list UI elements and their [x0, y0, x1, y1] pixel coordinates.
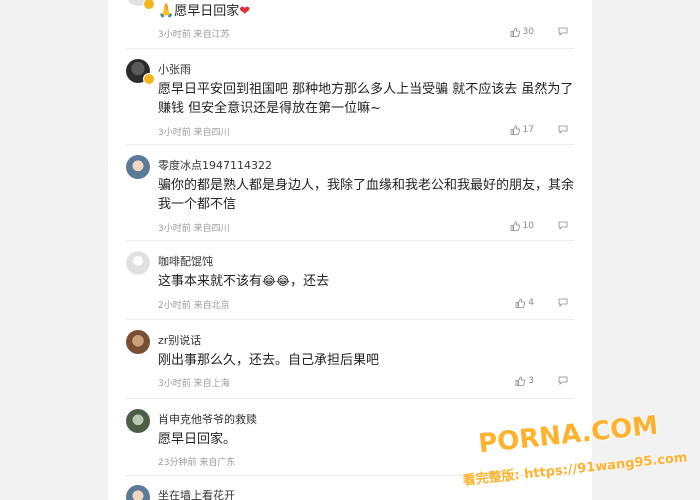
comment-item: zr别说话 刚出事那么久，还去。自己承担后果吧 3小时前 来自上海 3 — [126, 320, 574, 399]
verified-badge-icon — [143, 73, 155, 85]
comment-item: 零度冰点1947114322 骗你的都是熟人都是身边人，我除了血缘和我老公和我最… — [126, 145, 574, 241]
like-button[interactable]: 3 — [515, 376, 534, 386]
comment-meta: 23分钟前 来自广东 — [158, 458, 236, 468]
like-button[interactable]: 10 — [510, 221, 534, 231]
comment-text: 愿早日回家。 — [158, 432, 237, 447]
thumbs-up-icon — [510, 125, 520, 135]
comment-text-body: 这事本来就不该有 — [158, 274, 263, 289]
comment-item: 小张雨 愿早日平安回到祖国吧 那种地方那么多人上当受骗 就不应该去 虽然为了赚钱… — [126, 49, 574, 145]
comment-item: 咖啡配馄饨 这事本来就不该有😂😂，还去 2小时前 来自北京 4 — [126, 241, 574, 320]
like-count: 10 — [522, 221, 534, 231]
comment-text: 刚出事那么久，还去。自己承担后果吧 — [158, 353, 380, 368]
avatar[interactable] — [126, 251, 150, 275]
comment-text: 这事本来就不该有😂😂，还去 — [158, 272, 574, 291]
username[interactable]: 咖啡配馄饨 — [158, 253, 213, 269]
comment-text: 愿早日平安回到祖国吧 那种地方那么多人上当受骗 就不应该去 虽然为了赚钱 但安全… — [158, 82, 574, 116]
comment-item: 🙏愿早日回家❤ 3小时前 来自江苏 30 — [126, 0, 574, 49]
comment-meta: 3小时前 来自四川 — [158, 224, 230, 234]
reply-icon[interactable] — [558, 376, 568, 385]
thumbs-up-icon — [510, 27, 520, 37]
reply-icon[interactable] — [558, 27, 568, 36]
comment-meta: 3小时前 来自四川 — [158, 128, 230, 138]
comment-meta: 2小时前 来自北京 — [158, 301, 230, 311]
like-count: 4 — [528, 298, 534, 308]
reply-icon[interactable] — [558, 298, 568, 307]
avatar[interactable] — [126, 485, 150, 500]
username[interactable]: zr别说话 — [158, 332, 201, 348]
like-count: 17 — [522, 125, 534, 135]
avatar[interactable] — [126, 330, 150, 354]
comment-text: 骗你的都是熟人都是身边人，我除了血缘和我老公和我最好的朋友，其余我一个都不信 — [158, 178, 575, 212]
thumbs-up-icon — [510, 221, 520, 231]
comment-list: 🙏愿早日回家❤ 3小时前 来自江苏 30 小张雨 愿早日平安回到祖国吧 那种地方… — [108, 0, 592, 500]
username[interactable]: 零度冰点1947114322 — [158, 157, 272, 173]
reply-icon[interactable] — [558, 125, 568, 134]
comment-text-body: 愿早日回家 — [174, 4, 240, 19]
like-button[interactable]: 17 — [510, 125, 534, 135]
like-button[interactable]: 30 — [510, 27, 534, 37]
username[interactable]: 小张雨 — [158, 61, 191, 77]
avatar[interactable] — [126, 155, 150, 179]
comment-text-tail: ，还去 — [290, 274, 330, 289]
laughing-emoji: 😂😂 — [262, 274, 291, 288]
like-count: 30 — [522, 27, 534, 37]
thumbs-up-icon — [515, 376, 526, 386]
like-count: 3 — [528, 376, 534, 386]
heart-emoji: ❤ — [239, 4, 251, 19]
comment-meta: 3小时前 来自上海 — [158, 379, 230, 389]
comment-text: 🙏愿早日回家❤ — [158, 2, 574, 21]
avatar[interactable] — [126, 409, 150, 433]
verified-badge-icon — [143, 0, 155, 10]
username[interactable]: 肖申克他爷爷的救赎 — [158, 411, 257, 427]
thumbs-up-icon — [515, 298, 526, 308]
comment-item: 坐在墙上看花开 — [126, 476, 574, 500]
pray-emoji: 🙏 — [158, 4, 175, 19]
like-button[interactable]: 4 — [515, 298, 534, 308]
reply-icon[interactable] — [558, 221, 568, 230]
username[interactable]: 坐在墙上看花开 — [158, 487, 235, 500]
comment-item: 肖申克他爷爷的救赎 愿早日回家。 23分钟前 来自广东 — [126, 399, 574, 476]
comment-meta: 3小时前 来自江苏 — [158, 30, 230, 40]
